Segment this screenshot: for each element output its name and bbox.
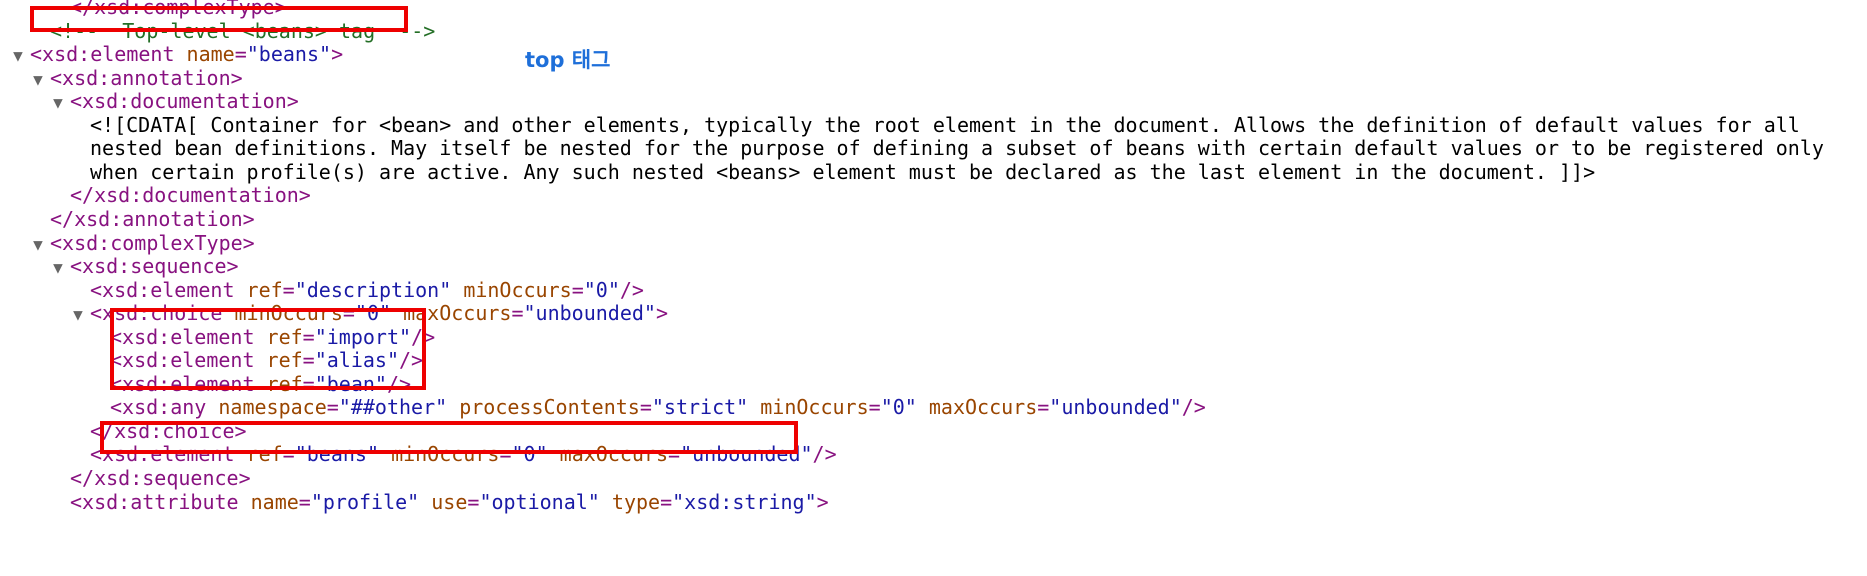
code-token: = (1037, 395, 1050, 420)
code-token: = (234, 42, 247, 67)
code-token: = (282, 277, 295, 302)
code-token: <xsd:documentation> (70, 89, 299, 114)
code-token: = (298, 489, 311, 514)
code-token: processContents (459, 395, 640, 420)
code-token: = (868, 395, 881, 420)
code-token: <xsd:attribute (70, 489, 251, 514)
code-token: "description" (294, 277, 452, 302)
code-token: <xsd:element (90, 277, 247, 302)
code-token: = (571, 277, 584, 302)
code-token: maxOccurs (928, 395, 1038, 420)
code-token: /> (619, 277, 644, 302)
code-token: = (326, 395, 339, 420)
code-token: = (467, 489, 480, 514)
code-token: "optional" (479, 489, 600, 514)
xml-tree-viewer: <xsd:attribute name="profile" use="optio… (0, 0, 1867, 576)
code-token: minOccurs (760, 395, 869, 420)
code-token: <xsd:sequence> (70, 254, 239, 279)
code-token: <xsd:element (30, 42, 187, 67)
code-token: "unbounded" (523, 301, 656, 326)
code-token: nested bean definitions. May itself be n… (90, 136, 1824, 161)
code-token: "xsd:string" (672, 489, 817, 514)
code-token: > (816, 489, 829, 514)
code-token: name (250, 489, 299, 514)
code-token: /> (812, 442, 837, 467)
collapse-toggle-icon[interactable]: ▼ (6, 42, 30, 70)
annotation-note: top 태그 (525, 48, 611, 72)
code-line: <![CDATA[ Container for <bean> and other… (66, 111, 1800, 139)
code-token: "strict" (651, 395, 749, 420)
code-token: namespace (218, 395, 327, 420)
code-token: "0" (880, 395, 917, 420)
collapse-toggle-icon[interactable]: ▼ (66, 301, 90, 329)
code-token: = (639, 395, 652, 420)
code-token: </xsd:sequence> (70, 466, 251, 490)
code-token: "0" (583, 277, 620, 302)
code-token: <xsd:annotation> (50, 65, 243, 90)
code-token: > (331, 42, 344, 67)
highlight-comment-box (30, 6, 408, 32)
code-token: use (431, 489, 468, 514)
code-token: <xsd:any (110, 395, 219, 420)
code-token: "beans" (246, 42, 332, 67)
highlight-choice-elements-box (110, 308, 426, 390)
code-token: minOccurs (463, 277, 572, 302)
code-token: > (655, 301, 669, 326)
code-token: name (186, 42, 235, 67)
code-token: <xsd:complexType> (50, 230, 255, 255)
code-token: "##other" (338, 395, 448, 420)
code-token: "profile" (310, 489, 420, 514)
code-token: type (611, 489, 661, 514)
code-token: "unbounded" (1049, 395, 1182, 420)
code-token: /> (1181, 395, 1206, 420)
code-token: ref (246, 277, 283, 302)
code-token: = (511, 301, 524, 326)
code-token: </xsd:documentation> (70, 183, 311, 208)
code-token: </xsd:annotation> (50, 206, 255, 231)
collapse-toggle-icon[interactable]: ▼ (26, 231, 50, 259)
code-token: = (660, 489, 673, 514)
code-token: <![CDATA[ Container for <bean> and other… (90, 112, 1800, 137)
code-token: when certain profile(s) are active. Any … (90, 159, 1596, 184)
highlight-beans-element-box (100, 421, 798, 454)
